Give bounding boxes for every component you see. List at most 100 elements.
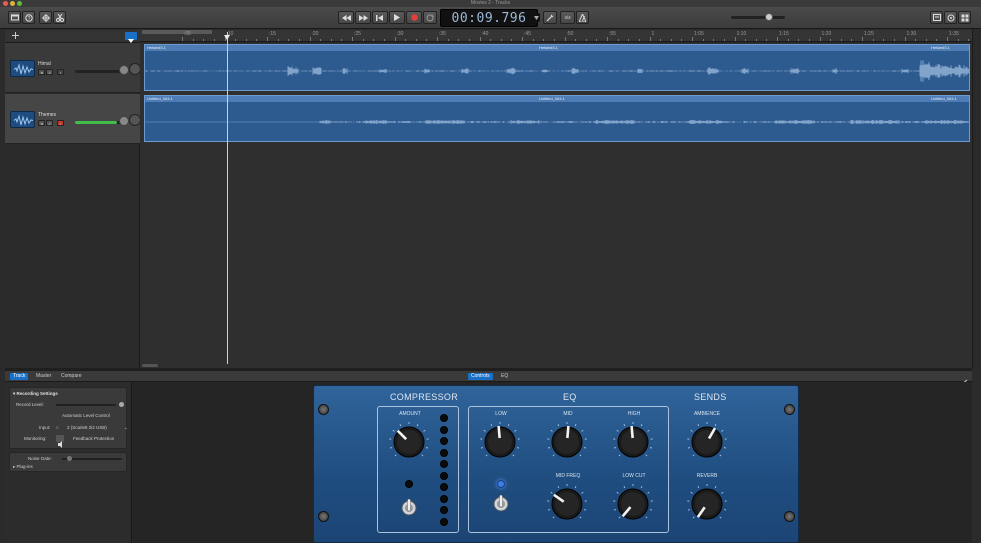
automatic-level-control-checkbox[interactable]: Automatic Level Control <box>62 413 110 418</box>
playhead-handle[interactable] <box>224 35 230 40</box>
metronome-button[interactable] <box>576 11 589 24</box>
smart-controls-inspector: ▾ Recording Settings Record Level: Autom… <box>5 382 132 543</box>
ruler-tick-mark <box>596 39 598 41</box>
waveform-path <box>145 120 969 124</box>
help-button[interactable]: ? <box>22 11 35 24</box>
rewind-button[interactable] <box>338 11 354 24</box>
ruler-tick-mark <box>883 39 885 41</box>
ruler-tick-mark <box>755 39 757 41</box>
ruler-tick-label: :25 <box>354 31 361 37</box>
rewind-icon <box>341 14 351 21</box>
lcd-mode-dropdown[interactable] <box>533 13 540 22</box>
lcd-time-display[interactable]: 00:09.796 <box>440 9 538 27</box>
library-button[interactable] <box>8 11 21 24</box>
track-volume-knob[interactable] <box>119 65 129 75</box>
ruler-tick-mark <box>479 37 481 41</box>
monitoring-icon <box>58 441 62 448</box>
amp-plugin-panel: COMPRESSOR EQ SENDS AMOUNT LOW MID HIGH … <box>313 385 799 543</box>
tab-compare[interactable]: Compare <box>58 373 85 380</box>
record-enable-button[interactable]: • <box>57 69 64 75</box>
recording-settings-header[interactable]: ▾ Recording Settings <box>13 391 58 397</box>
mute-button[interactable]: ◂ <box>38 120 45 126</box>
high-eq-knob[interactable] <box>613 422 653 462</box>
go-to-beginning-icon <box>376 14 383 21</box>
add-track-button[interactable] <box>10 32 20 40</box>
audio-region-track-2[interactable]: Untitled_0#3.1 Untitled_0#3.1 Untitled_0… <box>144 95 970 142</box>
play-button[interactable] <box>389 11 405 24</box>
track-name[interactable]: Themes <box>38 112 56 118</box>
tab-track[interactable]: Track <box>10 373 29 380</box>
tab-master[interactable]: Master <box>33 373 54 380</box>
input-select[interactable]: 2 (Scarlett 2i2 USB) <box>67 425 125 430</box>
amount-knob[interactable] <box>389 422 429 462</box>
note-pad-button[interactable] <box>930 11 943 24</box>
ruler-tick-mark <box>405 39 407 41</box>
ruler-tick-mark <box>543 39 545 41</box>
editors-button[interactable] <box>53 11 66 24</box>
ruler-tick-label: :40 <box>481 31 489 37</box>
record-enable-button[interactable]: • <box>57 120 64 126</box>
track-volume-slider[interactable] <box>75 70 123 73</box>
audio-region-track-1[interactable]: Helsie#3.1 Helsie#3.1 Helsie#3.1 <box>144 44 970 91</box>
horizontal-scrollbar[interactable] <box>142 364 158 367</box>
headphones-button[interactable]: ♫ <box>46 120 53 126</box>
count-in-button[interactable]: 4/4 <box>560 11 575 24</box>
ruler-tick-mark <box>692 37 693 41</box>
cycle-button[interactable] <box>423 11 437 24</box>
ruler-tick-mark <box>245 39 247 41</box>
timeline-ruler[interactable]: :05:10:15:20:25:30:35:40:45:50:55 1 1:05 1:… <box>140 30 980 42</box>
fast-forward-button[interactable] <box>355 11 371 24</box>
ruler-tick-mark <box>968 39 970 41</box>
reverb-knob[interactable] <box>687 484 727 524</box>
track-name[interactable]: Himal <box>38 61 51 67</box>
tracks-area[interactable]: Helsie#3.1 Helsie#3.1 Helsie#3.1 Untitle… <box>140 43 972 368</box>
feedback-protection-checkbox[interactable]: Feedback Protection <box>73 436 114 441</box>
track-volume-knob[interactable] <box>119 116 129 126</box>
low-eq-knob[interactable] <box>480 422 520 462</box>
record-level-slider[interactable] <box>56 404 116 406</box>
gain-reduction-meter <box>440 414 450 528</box>
noise-gate-panel: Noise Gate: ▸ Plug-ins <box>9 452 127 472</box>
loop-browser-button[interactable] <box>944 11 957 24</box>
go-to-beginning-button[interactable] <box>372 11 388 24</box>
track-volume-slider[interactable] <box>75 121 123 124</box>
record-level-knob[interactable] <box>119 402 124 407</box>
eq-toggle-switch[interactable] <box>492 492 510 514</box>
record-button[interactable] <box>406 11 422 24</box>
mid-freq-knob[interactable] <box>547 484 587 524</box>
ambience-knob[interactable] <box>687 422 727 462</box>
ruler-tick-mark <box>511 39 513 41</box>
edit-pencil-button[interactable] <box>960 373 968 386</box>
vertical-scrollbar[interactable] <box>972 29 981 368</box>
noise-gate-knob[interactable] <box>67 456 72 461</box>
cycle-region-bar[interactable] <box>142 30 212 34</box>
ruler-tick-mark <box>373 39 375 41</box>
master-volume-knob[interactable] <box>765 13 773 21</box>
tuner-button[interactable] <box>543 11 557 24</box>
tab-controls[interactable]: Controls <box>468 373 493 380</box>
ruler-tick-mark <box>352 37 353 41</box>
media-browser-button[interactable] <box>958 11 971 24</box>
track-header-2[interactable]: Themes ◂ ♫ • <box>5 94 141 144</box>
ruler-tick-label: :20 <box>311 31 319 37</box>
ruler-tick-mark <box>522 37 523 41</box>
smart-controls-button[interactable] <box>39 11 52 24</box>
help-icon: ? <box>24 13 33 22</box>
mute-button[interactable]: ◂ <box>38 69 45 75</box>
ruler-tick-label: :30 <box>396 31 404 37</box>
smart-tempo-button[interactable] <box>125 32 137 43</box>
low-cut-knob[interactable] <box>613 484 653 524</box>
ruler-tick-mark <box>277 39 279 41</box>
track-header-1[interactable]: Himal ◂ ♫ • <box>5 43 141 93</box>
monitoring-toggle[interactable] <box>56 435 64 448</box>
compressor-toggle-switch[interactable] <box>400 496 418 518</box>
chevron-down-icon: ⌄ <box>124 425 128 430</box>
media-browser-icon <box>961 14 968 21</box>
tuning-fork-icon <box>546 14 554 21</box>
headphones-button[interactable]: ♫ <box>46 69 53 75</box>
plug-ins-disclosure[interactable]: ▸ Plug-ins <box>13 464 33 470</box>
playhead[interactable] <box>227 32 228 364</box>
tab-eq[interactable]: EQ <box>498 373 511 380</box>
master-volume-slider[interactable] <box>731 16 785 19</box>
mid-eq-knob[interactable] <box>547 422 587 462</box>
